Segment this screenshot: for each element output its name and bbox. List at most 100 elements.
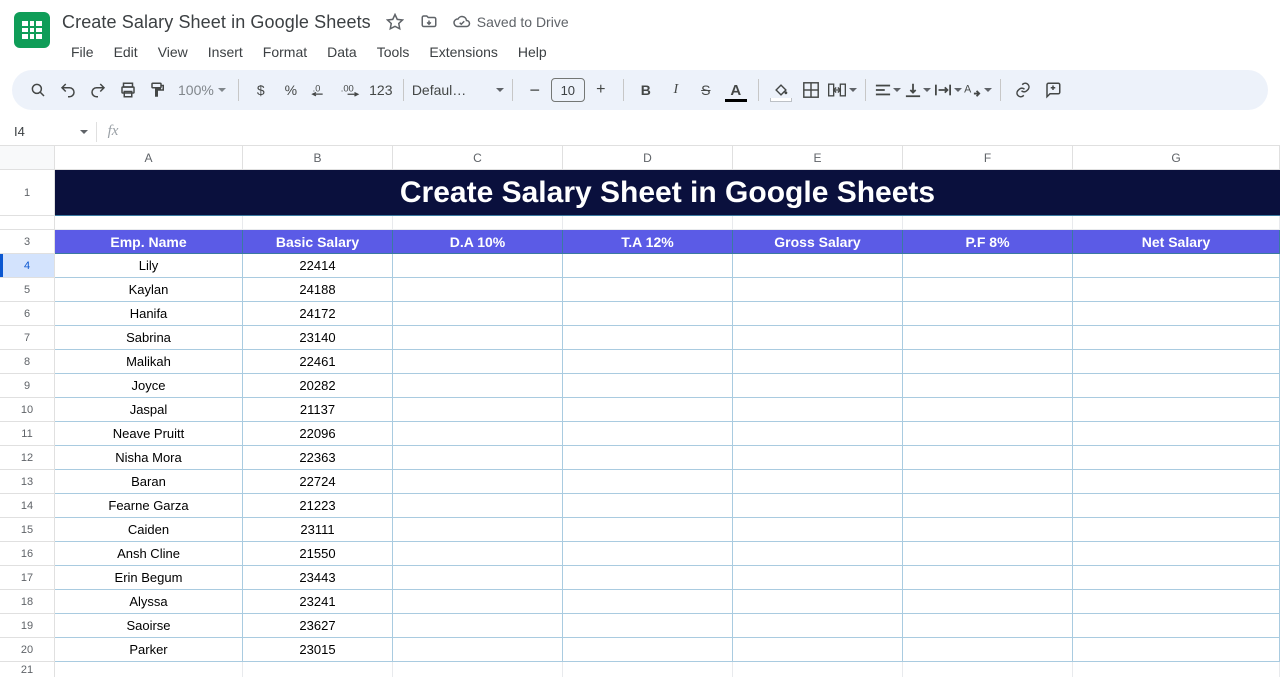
cell[interactable] <box>563 350 733 374</box>
cell[interactable]: Sabrina <box>55 326 243 350</box>
menu-edit[interactable]: Edit <box>105 40 147 64</box>
cell[interactable] <box>243 216 393 230</box>
cell[interactable] <box>903 590 1073 614</box>
cell[interactable]: Lily <box>55 254 243 278</box>
cell[interactable]: 23111 <box>243 518 393 542</box>
cell[interactable] <box>393 638 563 662</box>
row-header[interactable]: 12 <box>0 446 55 470</box>
font-select[interactable]: Defaul… <box>412 82 504 98</box>
cell[interactable] <box>903 446 1073 470</box>
cell[interactable] <box>733 422 903 446</box>
row-header[interactable]: 5 <box>0 278 55 302</box>
cell[interactable] <box>563 446 733 470</box>
cell[interactable] <box>1073 470 1280 494</box>
menu-tools[interactable]: Tools <box>368 40 419 64</box>
cell[interactable] <box>903 470 1073 494</box>
col-header-g[interactable]: G <box>1073 146 1280 169</box>
cell[interactable]: Joyce <box>55 374 243 398</box>
insert-comment-button[interactable] <box>1039 76 1067 104</box>
cell[interactable]: 23627 <box>243 614 393 638</box>
col-header-c[interactable]: C <box>393 146 563 169</box>
cell[interactable] <box>393 470 563 494</box>
increase-decimal-button[interactable]: .00 <box>337 76 365 104</box>
cell[interactable] <box>1073 542 1280 566</box>
cell[interactable] <box>903 326 1073 350</box>
row-header[interactable]: 8 <box>0 350 55 374</box>
text-rotation-button[interactable]: A <box>964 76 992 104</box>
cell[interactable] <box>1073 518 1280 542</box>
row-header[interactable]: 14 <box>0 494 55 518</box>
cell[interactable]: Caiden <box>55 518 243 542</box>
cell[interactable] <box>1073 398 1280 422</box>
cell[interactable]: Kaylan <box>55 278 243 302</box>
decrease-decimal-button[interactable]: .0 <box>307 76 335 104</box>
paint-format-icon[interactable] <box>144 76 172 104</box>
cell[interactable]: Alyssa <box>55 590 243 614</box>
cell[interactable] <box>1073 326 1280 350</box>
cell[interactable]: Ansh Cline <box>55 542 243 566</box>
menu-insert[interactable]: Insert <box>199 40 252 64</box>
text-wrap-button[interactable] <box>934 76 962 104</box>
cell[interactable] <box>733 374 903 398</box>
row-header[interactable]: 19 <box>0 614 55 638</box>
cell[interactable] <box>563 566 733 590</box>
row-header[interactable]: 6 <box>0 302 55 326</box>
cell[interactable] <box>393 662 563 677</box>
cell[interactable] <box>393 494 563 518</box>
cell[interactable]: 23241 <box>243 590 393 614</box>
borders-button[interactable] <box>797 76 825 104</box>
row-header[interactable]: 20 <box>0 638 55 662</box>
star-icon[interactable] <box>385 12 405 32</box>
cell[interactable]: 21137 <box>243 398 393 422</box>
cell[interactable] <box>1073 446 1280 470</box>
text-color-button[interactable]: A <box>722 76 750 104</box>
select-all-corner[interactable] <box>0 146 55 169</box>
row-header[interactable]: 13 <box>0 470 55 494</box>
cell[interactable] <box>563 374 733 398</box>
cell[interactable] <box>733 398 903 422</box>
cell[interactable]: Neave Pruitt <box>55 422 243 446</box>
cell[interactable] <box>903 374 1073 398</box>
row-header[interactable]: 1 <box>0 170 55 216</box>
percent-button[interactable]: % <box>277 76 305 104</box>
cell[interactable]: 20282 <box>243 374 393 398</box>
cell[interactable] <box>55 662 243 677</box>
cell[interactable]: Erin Begum <box>55 566 243 590</box>
cell[interactable] <box>1073 638 1280 662</box>
formula-input[interactable] <box>129 118 1280 145</box>
cell[interactable] <box>733 446 903 470</box>
cell[interactable] <box>733 614 903 638</box>
cell[interactable] <box>1073 374 1280 398</box>
cell[interactable] <box>563 518 733 542</box>
move-folder-icon[interactable] <box>419 12 439 32</box>
font-size-input[interactable]: 10 <box>551 78 585 102</box>
cell[interactable] <box>393 254 563 278</box>
cell[interactable]: 21550 <box>243 542 393 566</box>
cell[interactable] <box>733 662 903 677</box>
cell[interactable] <box>393 590 563 614</box>
cell[interactable]: Jaspal <box>55 398 243 422</box>
cell[interactable] <box>393 398 563 422</box>
cell[interactable] <box>903 566 1073 590</box>
cell[interactable]: Fearne Garza <box>55 494 243 518</box>
cell[interactable] <box>733 590 903 614</box>
cell[interactable] <box>393 278 563 302</box>
col-header-d[interactable]: D <box>563 146 733 169</box>
header-cell[interactable]: P.F 8% <box>903 230 1073 254</box>
currency-button[interactable]: $ <box>247 76 275 104</box>
cell[interactable]: 23443 <box>243 566 393 590</box>
header-cell[interactable]: D.A 10% <box>393 230 563 254</box>
header-cell[interactable]: Basic Salary <box>243 230 393 254</box>
cell[interactable]: 23140 <box>243 326 393 350</box>
cell[interactable] <box>1073 302 1280 326</box>
row-header[interactable]: 18 <box>0 590 55 614</box>
save-status[interactable]: Saved to Drive <box>453 13 569 31</box>
cell[interactable] <box>903 254 1073 278</box>
cell[interactable] <box>393 566 563 590</box>
cell[interactable] <box>393 518 563 542</box>
cell[interactable] <box>733 278 903 302</box>
cell[interactable] <box>563 254 733 278</box>
banner-title-cell[interactable]: Create Salary Sheet in Google Sheets <box>55 170 1280 216</box>
cell[interactable] <box>903 494 1073 518</box>
cell[interactable] <box>393 422 563 446</box>
